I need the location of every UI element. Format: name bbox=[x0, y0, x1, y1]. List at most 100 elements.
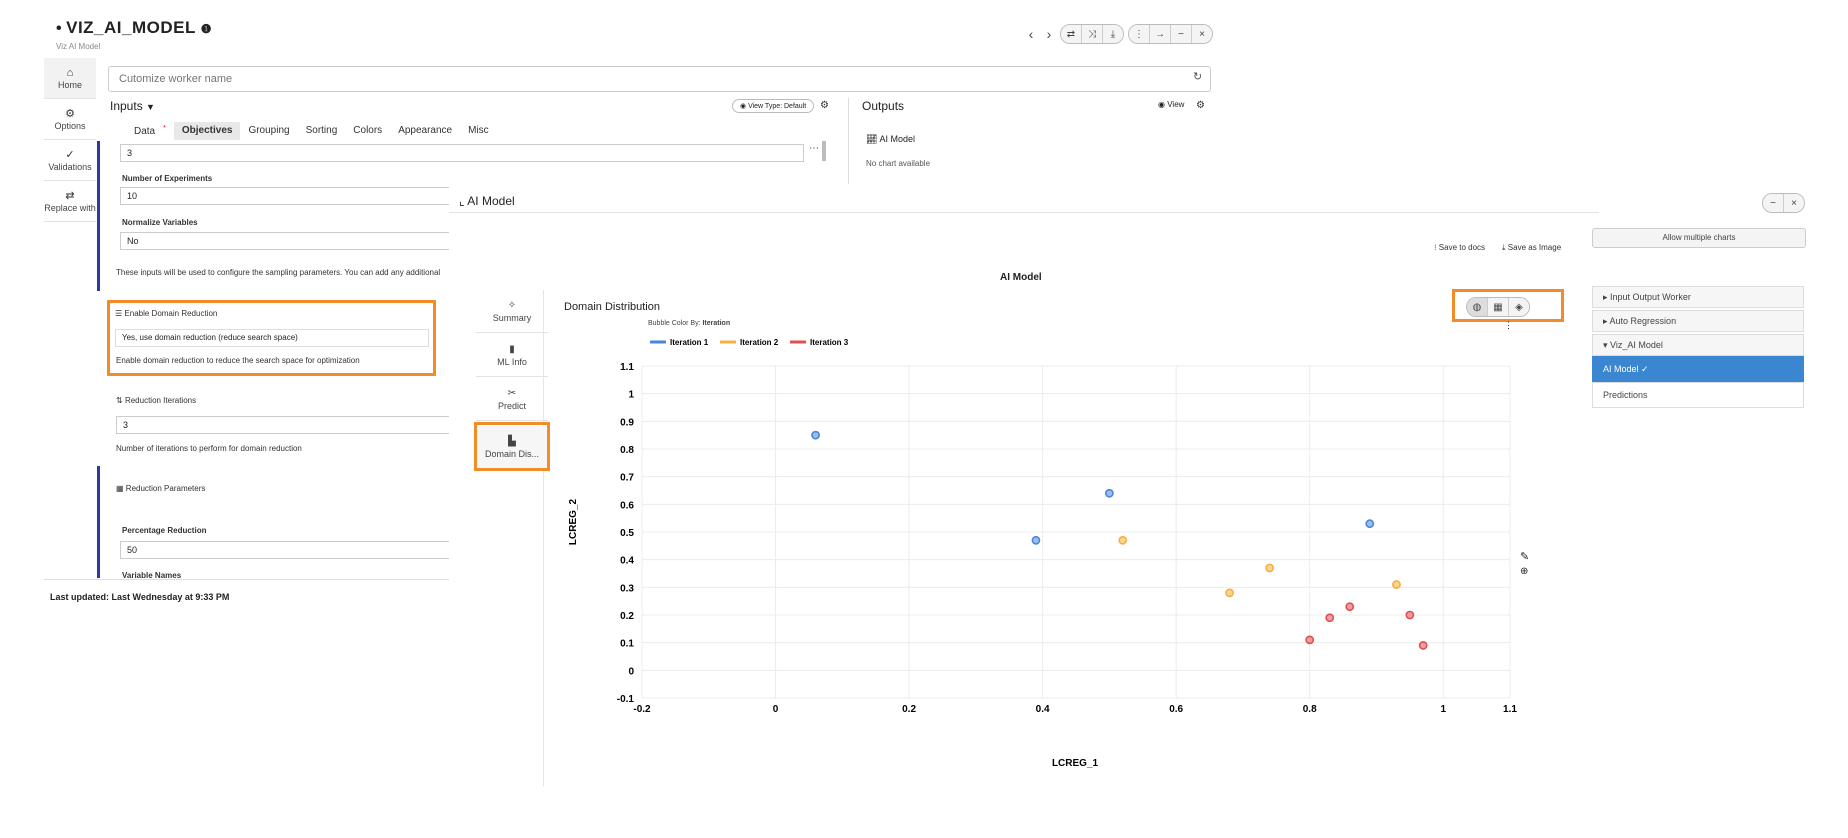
shuffle-icon[interactable]: ⤨ bbox=[1082, 25, 1103, 43]
percentage-reduction-label: Percentage Reduction bbox=[122, 526, 207, 535]
y-tick-label: 0.7 bbox=[620, 473, 634, 484]
tab-data-label: Data bbox=[134, 126, 156, 138]
tab-colors[interactable]: Colors bbox=[345, 122, 390, 140]
predict-icon: ✂ bbox=[507, 387, 517, 399]
domain-reduction-select[interactable]: Yes, use domain reduction (reduce search… bbox=[115, 329, 429, 347]
reduction-params-label: ▦ Reduction Parameters bbox=[116, 484, 205, 493]
zoom-icon[interactable]: ⊕ bbox=[1520, 566, 1528, 577]
tree-item-viz-ai-model[interactable]: ▾ Viz_AI Model bbox=[1592, 334, 1804, 356]
normalize-label: Normalize Variables bbox=[122, 218, 198, 227]
window-controls: ‹ › ⇄ ⤨ ⤓ ⋮ → − × bbox=[1024, 24, 1213, 44]
tree-item-auto-regression[interactable]: ▸ Auto Regression bbox=[1592, 310, 1804, 332]
percentage-reduction-field[interactable]: 50 bbox=[120, 541, 451, 559]
data-point bbox=[1418, 641, 1428, 650]
x-tick-label: 1 bbox=[1440, 704, 1446, 715]
tab-objectives[interactable]: Objectives bbox=[173, 122, 241, 141]
y-tick-label: 1 bbox=[628, 390, 634, 401]
num-experiments-label: Number of Experiments bbox=[122, 174, 213, 183]
domain-dis-highlight bbox=[474, 422, 550, 471]
normalize-select[interactable]: No bbox=[120, 232, 451, 250]
section-bar-2 bbox=[97, 466, 100, 578]
table-view-icon[interactable]: ▦ bbox=[1488, 298, 1509, 316]
no-chart-text: No chart available bbox=[866, 159, 931, 168]
side-tab-summary[interactable]: ✧ Summary bbox=[476, 290, 548, 333]
scrollbar[interactable] bbox=[822, 141, 826, 161]
x-tick-label: 0.8 bbox=[1303, 704, 1317, 715]
save-to-docs-label: Save to docs bbox=[1438, 243, 1486, 252]
legend-label: Iteration 2 bbox=[740, 338, 779, 347]
input-tabs: Data * Objectives Grouping Sorting Colors… bbox=[118, 122, 497, 141]
gear-icon[interactable]: ⚙ bbox=[820, 100, 829, 111]
download-icon: ⤓ bbox=[1502, 243, 1506, 252]
refresh-icon[interactable]: ↻ bbox=[1193, 70, 1202, 83]
minimize-icon[interactable]: − bbox=[1171, 25, 1192, 43]
x-tick-label: 0.6 bbox=[1169, 704, 1183, 715]
data-point bbox=[1118, 535, 1128, 545]
view-type-button[interactable]: ◉ View Type: Default bbox=[732, 99, 815, 113]
tab-grouping[interactable]: Grouping bbox=[240, 122, 297, 140]
outputs-view-button[interactable]: ◉ View bbox=[1158, 100, 1184, 109]
panel-divider bbox=[848, 98, 849, 198]
chart-points bbox=[811, 430, 1428, 650]
save-as-image-label: Save as Image bbox=[1507, 243, 1562, 252]
data-point bbox=[1225, 588, 1234, 598]
bubble-color-by-value: Iteration bbox=[702, 320, 731, 327]
close-icon[interactable]: × bbox=[1192, 25, 1212, 43]
bubble-view-icon[interactable]: ◍ bbox=[1467, 298, 1488, 316]
nav-options-label: Options bbox=[54, 121, 86, 131]
more-icon[interactable]: ⋯ bbox=[809, 143, 819, 154]
swap-icon[interactable]: ⇄ bbox=[1061, 25, 1082, 43]
tab-data[interactable]: Data * bbox=[118, 122, 174, 140]
download-icon[interactable]: ⤓ bbox=[1103, 25, 1123, 43]
back-arrow-icon[interactable]: ‹ bbox=[1024, 26, 1038, 42]
reduction-iterations-label-text: Reduction Iterations bbox=[124, 396, 197, 405]
nav-validations[interactable]: ✓ Validations bbox=[44, 140, 96, 181]
output-item-ai-model[interactable]: 📈︎ AI Model bbox=[866, 134, 915, 145]
side-tab-predict[interactable]: ✂ Predict bbox=[476, 378, 548, 421]
tab-misc[interactable]: Misc bbox=[460, 122, 497, 140]
pencil-icon[interactable]: ✎ bbox=[1520, 550, 1529, 563]
tab-appearance[interactable]: Appearance bbox=[390, 122, 460, 140]
gear-icon: ⚙ bbox=[65, 108, 75, 120]
chart-ticks: -0.2 0 0.2 0.4 0.6 0.8 1 1.1 -0.1 0 0.1 0.2 0.3 0.4 0.… bbox=[617, 362, 1518, 715]
tree-item-ai-model[interactable]: AI Model ✓ bbox=[1592, 356, 1804, 382]
tree-item-viz-ai-model-label: Viz_AI Model bbox=[1610, 340, 1663, 350]
data-point bbox=[1345, 602, 1355, 612]
save-as-image-link[interactable]: ⤓ Save as Image bbox=[1502, 243, 1561, 253]
modal-title: ⌞ AI Model bbox=[459, 194, 515, 208]
check-icon: ✓ bbox=[65, 149, 75, 161]
info-icon[interactable]: ❶ bbox=[201, 22, 212, 36]
save-to-docs-link[interactable]: ⁝ Save to docs bbox=[1434, 243, 1485, 252]
line-chart-icon: ⌞ bbox=[459, 194, 465, 208]
forward-arrow-icon[interactable]: › bbox=[1042, 26, 1056, 42]
check-icon: ✓ bbox=[1641, 364, 1649, 374]
allow-multiple-charts-button[interactable]: Allow multiple charts bbox=[1592, 228, 1806, 248]
window-button-group: ⋮ → − × bbox=[1128, 24, 1213, 44]
tree-item-predictions[interactable]: Predictions bbox=[1592, 382, 1804, 408]
tree-item-input-output[interactable]: ▸ Input Output Worker bbox=[1592, 286, 1804, 308]
y-tick-label: 0.4 bbox=[620, 556, 634, 567]
save-icon: ⁝ bbox=[1434, 243, 1437, 252]
objective-field[interactable]: 3 bbox=[120, 144, 804, 162]
legend-label: Iteration 3 bbox=[810, 338, 849, 347]
tree-item-auto-regression-label: Auto Regression bbox=[1609, 316, 1677, 326]
gear-icon[interactable]: ⚙ bbox=[1196, 100, 1205, 111]
nav-home[interactable]: ⌂ Home bbox=[44, 58, 96, 99]
close-icon[interactable]: × bbox=[1784, 194, 1804, 212]
side-tab-ml-info[interactable]: ▮ ML Info bbox=[476, 334, 548, 377]
tree-item-input-output-label: Input Output Worker bbox=[1610, 292, 1691, 302]
nav-options[interactable]: ⚙ Options bbox=[44, 99, 96, 140]
arrow-right-icon[interactable]: → bbox=[1150, 25, 1171, 43]
cube-view-icon[interactable]: ◈ bbox=[1509, 298, 1529, 316]
modal-title-text: AI Model bbox=[467, 194, 515, 208]
tab-sorting[interactable]: Sorting bbox=[298, 122, 346, 140]
chart-grid bbox=[641, 365, 1511, 699]
section-bar bbox=[97, 141, 100, 291]
inputs-header[interactable]: Inputs ▼ bbox=[110, 99, 155, 113]
worker-name-input[interactable] bbox=[108, 66, 1211, 92]
nav-replace[interactable]: ⇄ Replace with bbox=[44, 181, 96, 222]
minimize-icon[interactable]: − bbox=[1763, 194, 1784, 212]
domain-reduction-label: ☰ Enable Domain Reduction bbox=[115, 309, 217, 318]
more-vertical-icon[interactable]: ⋮ bbox=[1129, 25, 1150, 43]
reduction-iterations-field[interactable]: 3 bbox=[116, 416, 452, 434]
